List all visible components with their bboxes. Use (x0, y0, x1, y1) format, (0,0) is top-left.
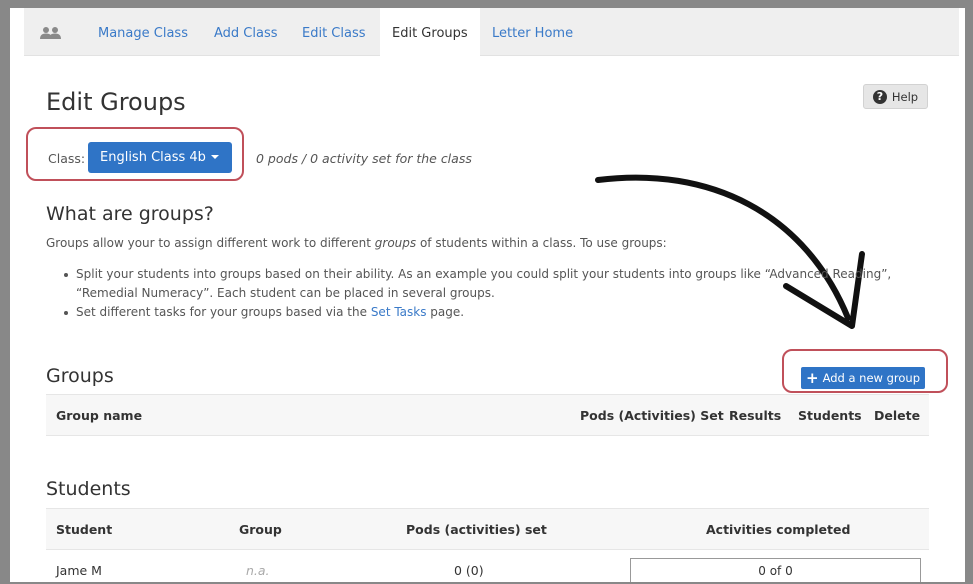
about-intro: Groups allow your to assign different wo… (46, 236, 667, 250)
list-item: Split your students into groups based on… (62, 265, 942, 303)
table-row: Jame M n.a. 0 (0) 0 of 0 (46, 558, 929, 582)
column-header: Results (729, 408, 782, 423)
add-group-label: Add a new group (822, 371, 921, 385)
add-group-button[interactable]: + Add a new group (801, 367, 925, 389)
student-name: Jame M (56, 563, 102, 578)
column-header: Group name (56, 408, 143, 423)
plus-icon: + (805, 368, 819, 387)
activities-completed-value: 0 of 0 (758, 564, 793, 578)
students-heading: Students (46, 478, 131, 500)
student-group: n.a. (246, 563, 270, 578)
help-button-label: Help (891, 89, 919, 104)
groups-table-header: Group name Pods (Activities) Set Results… (46, 394, 929, 436)
users-icon (40, 25, 64, 44)
class-pod-summary: 0 pods / 0 activity set for the class (256, 151, 472, 166)
class-dropdown-value: English Class 4b (100, 150, 206, 165)
column-header: Group (239, 522, 282, 537)
column-header: Pods (Activities) Set (580, 408, 724, 423)
help-button[interactable]: ? Help (863, 84, 928, 109)
about-intro-text-end: of students within a class. To use group… (416, 236, 667, 250)
column-header: Students (798, 408, 862, 423)
activities-progress-bar: 0 of 0 (630, 558, 921, 582)
class-label: Class: (48, 151, 86, 166)
students-table-header: Student Group Pods (activities) set Acti… (46, 508, 929, 550)
app-window: Manage Class Add Class Edit Class Edit G… (10, 8, 965, 582)
set-tasks-link[interactable]: Set Tasks (371, 305, 427, 319)
tab-edit-class[interactable]: Edit Class (290, 8, 378, 56)
class-dropdown[interactable]: English Class 4b (88, 142, 232, 173)
column-header: Delete (874, 408, 921, 423)
caret-down-icon (211, 155, 219, 159)
groups-heading: Groups (46, 365, 114, 387)
page-title: Edit Groups (46, 88, 186, 116)
column-header: Pods (activities) set (406, 522, 547, 537)
tab-manage-class[interactable]: Manage Class (86, 8, 200, 56)
column-header: Activities completed (706, 522, 851, 537)
about-bullets: Split your students into groups based on… (62, 265, 942, 322)
list-item: Set different tasks for your groups base… (62, 303, 942, 322)
about-intro-emphasis: groups (374, 236, 417, 250)
tab-edit-groups[interactable]: Edit Groups (380, 8, 480, 57)
about-intro-text: Groups allow your to assign different wo… (46, 236, 375, 250)
bullet-text: Set different tasks for your groups base… (76, 305, 371, 319)
about-heading: What are groups? (46, 203, 214, 225)
column-header: Student (56, 522, 113, 537)
student-pods: 0 (0) (454, 563, 484, 578)
tab-letter-home[interactable]: Letter Home (480, 8, 585, 56)
bullet-text-end: page. (426, 305, 465, 319)
question-circle-icon: ? (872, 89, 887, 104)
tab-add-class[interactable]: Add Class (202, 8, 290, 56)
tab-bar: Manage Class Add Class Edit Class Edit G… (24, 8, 959, 57)
